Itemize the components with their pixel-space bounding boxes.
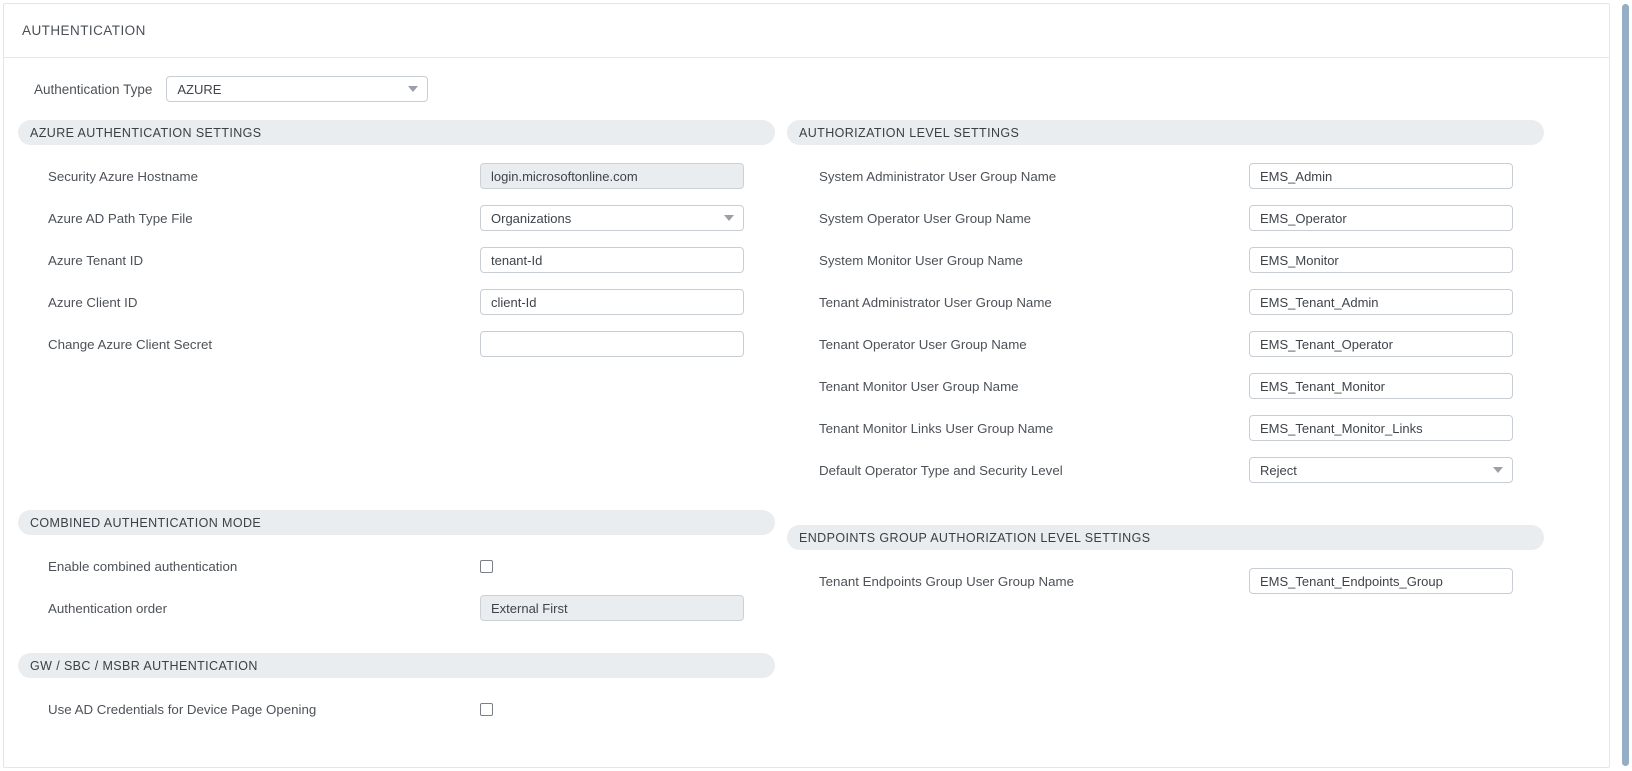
- azure-client-id-input[interactable]: client-Id: [480, 289, 744, 315]
- tenant-monitor-user-group-name-input[interactable]: EMS_Tenant_Monitor: [1249, 373, 1513, 399]
- field-label: Azure Client ID: [48, 294, 138, 310]
- field-label: Azure Tenant ID: [48, 252, 144, 268]
- right-column: AUTHORIZATION LEVEL SETTINGS System Admi…: [787, 120, 1544, 602]
- system-operator-user-group-name-input[interactable]: EMS_Operator: [1249, 205, 1513, 231]
- field-row-security-azure-hostname: Security Azure Hostname login.microsofto…: [18, 155, 775, 197]
- chevron-down-icon: [724, 215, 734, 221]
- field-row-use-ad-credentials: Use AD Credentials for Device Page Openi…: [18, 688, 775, 730]
- page-title: AUTHENTICATION: [22, 23, 146, 38]
- authentication-type-select[interactable]: AZURE: [166, 76, 429, 102]
- section-title: AZURE AUTHENTICATION SETTINGS: [30, 125, 262, 140]
- use-ad-credentials-checkbox[interactable]: [480, 702, 493, 716]
- field-row-tenant-monitor-user-group-name: Tenant Monitor User Group Name EMS_Tenan…: [787, 365, 1544, 407]
- field-row-azure-ad-path-type-file: Azure AD Path Type File Organizations: [18, 197, 775, 239]
- system-administrator-user-group-name-input[interactable]: EMS_Admin: [1249, 163, 1513, 189]
- field-label: Tenant Monitor Links User Group Name: [819, 420, 1054, 436]
- section-title: GW / SBC / MSBR AUTHENTICATION: [30, 658, 258, 673]
- section-header-azure-authentication-settings: AZURE AUTHENTICATION SETTINGS: [18, 120, 775, 145]
- panel-body: Authentication Type AZURE AZURE AUTHENTI…: [4, 58, 1609, 767]
- field-row-system-operator-user-group-name: System Operator User Group Name EMS_Oper…: [787, 197, 1544, 239]
- field-label: Azure AD Path Type File: [48, 210, 193, 226]
- field-row-enable-combined-authentication: Enable combined authentication: [18, 545, 775, 587]
- security-azure-hostname-input[interactable]: login.microsoftonline.com: [480, 163, 744, 189]
- panel-header: AUTHENTICATION: [4, 4, 1609, 58]
- default-operator-type-and-security-level-select[interactable]: Reject: [1249, 457, 1513, 483]
- vertical-scrollbar-track[interactable]: [1619, 0, 1632, 771]
- section-header-gw-sbc-msbr-authentication: GW / SBC / MSBR AUTHENTICATION: [18, 653, 775, 678]
- tenant-administrator-user-group-name-input[interactable]: EMS_Tenant_Admin: [1249, 289, 1513, 315]
- field-label: Enable combined authentication: [48, 558, 238, 574]
- change-azure-client-secret-input[interactable]: [480, 331, 744, 357]
- enable-combined-authentication-checkbox[interactable]: [480, 559, 493, 573]
- field-row-change-azure-client-secret: Change Azure Client Secret: [18, 323, 775, 365]
- field-row-tenant-monitor-links-user-group-name: Tenant Monitor Links User Group Name EMS…: [787, 407, 1544, 449]
- field-label: System Administrator User Group Name: [819, 168, 1057, 184]
- chevron-down-icon: [1493, 467, 1503, 473]
- field-label: Default Operator Type and Security Level: [819, 462, 1063, 478]
- vertical-scrollbar-thumb[interactable]: [1622, 4, 1629, 766]
- section-header-combined-authentication-mode: COMBINED AUTHENTICATION MODE: [18, 510, 775, 535]
- tenant-monitor-links-user-group-name-input[interactable]: EMS_Tenant_Monitor_Links: [1249, 415, 1513, 441]
- authentication-panel: AUTHENTICATION Authentication Type AZURE…: [3, 3, 1610, 768]
- field-label: Tenant Operator User Group Name: [819, 336, 1027, 352]
- authentication-type-label: Authentication Type: [34, 81, 153, 97]
- field-row-tenant-endpoints-group-user-group-name: Tenant Endpoints Group User Group Name E…: [787, 560, 1544, 602]
- section-title: AUTHORIZATION LEVEL SETTINGS: [799, 125, 1020, 140]
- chevron-down-icon: [408, 86, 419, 92]
- azure-ad-path-type-file-value: Organizations: [491, 210, 572, 226]
- azure-tenant-id-input[interactable]: tenant-Id: [480, 247, 744, 273]
- section-title: COMBINED AUTHENTICATION MODE: [30, 515, 262, 530]
- field-label: Tenant Administrator User Group Name: [819, 294, 1052, 310]
- system-monitor-user-group-name-input[interactable]: EMS_Monitor: [1249, 247, 1513, 273]
- field-label: Tenant Endpoints Group User Group Name: [819, 573, 1074, 589]
- authentication-type-value: AZURE: [177, 81, 222, 97]
- page-root: AUTHENTICATION Authentication Type AZURE…: [0, 0, 1632, 771]
- field-label: System Operator User Group Name: [819, 210, 1032, 226]
- authentication-order-input[interactable]: External First: [480, 595, 744, 621]
- field-row-tenant-operator-user-group-name: Tenant Operator User Group Name EMS_Tena…: [787, 323, 1544, 365]
- field-label: Security Azure Hostname: [48, 168, 199, 184]
- azure-ad-path-type-file-select[interactable]: Organizations: [480, 205, 744, 231]
- enable-combined-authentication-cell: [480, 559, 744, 573]
- field-row-authentication-order: Authentication order External First: [18, 587, 775, 629]
- tenant-endpoints-group-user-group-name-input[interactable]: EMS_Tenant_Endpoints_Group: [1249, 568, 1513, 594]
- section-title: ENDPOINTS GROUP AUTHORIZATION LEVEL SETT…: [799, 530, 1151, 545]
- field-row-system-monitor-user-group-name: System Monitor User Group Name EMS_Monit…: [787, 239, 1544, 281]
- tenant-operator-user-group-name-input[interactable]: EMS_Tenant_Operator: [1249, 331, 1513, 357]
- field-label: System Monitor User Group Name: [819, 252, 1023, 268]
- section-header-authorization-level-settings: AUTHORIZATION LEVEL SETTINGS: [787, 120, 1544, 145]
- field-label: Tenant Monitor User Group Name: [819, 378, 1019, 394]
- field-row-tenant-administrator-user-group-name: Tenant Administrator User Group Name EMS…: [787, 281, 1544, 323]
- field-row-azure-tenant-id: Azure Tenant ID tenant-Id: [18, 239, 775, 281]
- authentication-type-row: Authentication Type AZURE: [4, 58, 1609, 120]
- field-row-default-operator-type-and-security-level: Default Operator Type and Security Level…: [787, 449, 1544, 491]
- settings-columns: AZURE AUTHENTICATION SETTINGS Security A…: [4, 120, 1609, 767]
- field-row-azure-client-id: Azure Client ID client-Id: [18, 281, 775, 323]
- field-label: Use AD Credentials for Device Page Openi…: [48, 701, 317, 717]
- left-column: AZURE AUTHENTICATION SETTINGS Security A…: [18, 120, 775, 730]
- use-ad-credentials-cell: [480, 702, 744, 716]
- default-operator-type-value: Reject: [1260, 462, 1297, 478]
- field-label: Change Azure Client Secret: [48, 336, 213, 352]
- field-row-system-administrator-user-group-name: System Administrator User Group Name EMS…: [787, 155, 1544, 197]
- section-header-endpoints-group-authorization-level-settings: ENDPOINTS GROUP AUTHORIZATION LEVEL SETT…: [787, 525, 1544, 550]
- field-label: Authentication order: [48, 600, 168, 616]
